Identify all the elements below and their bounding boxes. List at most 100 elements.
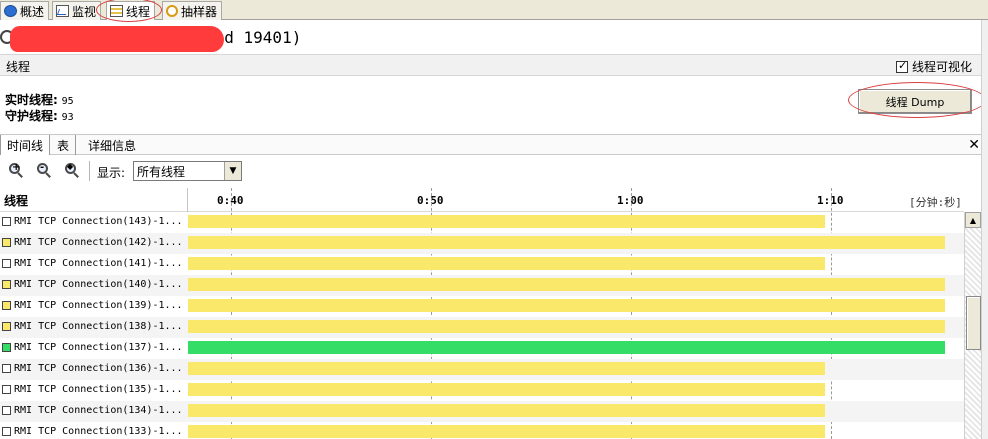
sampler-icon xyxy=(166,5,178,17)
toolbar-separator xyxy=(89,161,90,181)
tab-monitor-label: 监视 xyxy=(72,4,97,19)
thread-name-text: RMI TCP Connection(142)-1... xyxy=(14,237,183,248)
thread-name: RMI TCP Connection(142)-1... xyxy=(2,237,183,248)
thread-state-bar xyxy=(188,215,825,228)
close-icon[interactable]: ✕ xyxy=(968,137,980,153)
thread-row[interactable]: RMI TCP Connection(134)-1... xyxy=(0,401,964,422)
vertical-scrollbar[interactable]: ▲ xyxy=(964,212,981,439)
thread-row[interactable]: RMI TCP Connection(138)-1... xyxy=(0,317,964,338)
thread-state-swatch xyxy=(2,427,11,436)
thread-state-bar xyxy=(188,236,945,249)
thread-name: RMI TCP Connection(133)-1... xyxy=(2,426,183,437)
thread-state-bar xyxy=(188,320,945,333)
thread-row[interactable]: RMI TCP Connection(135)-1... xyxy=(0,380,964,401)
thread-name: RMI TCP Connection(143)-1... xyxy=(2,216,183,227)
tab-threads[interactable]: 线程 xyxy=(106,1,156,20)
scroll-thumb[interactable] xyxy=(966,296,981,350)
tab-details-label: 详细信息 xyxy=(88,139,137,153)
thread-rows: RMI TCP Connection(143)-1... RMI TCP Conn… xyxy=(0,212,964,439)
right-edge xyxy=(981,20,988,439)
threads-icon xyxy=(110,5,123,17)
thread-dump-button[interactable]: 线程 Dump xyxy=(858,89,972,114)
thread-state-bar xyxy=(188,383,825,396)
thread-state-bar xyxy=(188,341,945,354)
scroll-up-icon[interactable]: ▲ xyxy=(965,212,981,228)
thread-stats: 实时线程: 95 守护线程: 93 xyxy=(5,93,74,125)
thread-dump-label: 线程 Dump xyxy=(885,95,945,109)
thread-name-text: RMI TCP Connection(136)-1... xyxy=(14,363,183,374)
thread-name: RMI TCP Connection(137)-1... xyxy=(2,342,183,353)
thread-name: RMI TCP Connection(140)-1... xyxy=(2,279,183,290)
tab-monitor[interactable]: 监视 xyxy=(52,1,102,20)
thread-state-swatch xyxy=(2,301,11,310)
tab-overview-label: 概述 xyxy=(20,4,45,19)
thread-column-header: 线程 xyxy=(4,194,29,208)
threads-panel-header: 线程 线程可视化 xyxy=(0,54,988,76)
thread-name-text: RMI TCP Connection(139)-1... xyxy=(14,300,183,311)
visualization-checkbox[interactable] xyxy=(895,59,908,73)
daemon-threads-label: 守护线程: xyxy=(5,109,58,123)
tab-table[interactable]: 表 xyxy=(51,135,77,155)
thread-state-bar xyxy=(188,278,945,291)
thread-state-swatch xyxy=(2,238,11,247)
panel-title: 线程 xyxy=(6,60,31,74)
thread-filter-select[interactable]: 所有线程 ▼ xyxy=(133,161,242,181)
tab-overview[interactable]: 概述 xyxy=(0,1,50,20)
live-threads-label: 实时线程: xyxy=(5,93,58,107)
redaction-mark xyxy=(10,26,224,52)
thread-name: RMI TCP Connection(135)-1... xyxy=(2,384,183,395)
thread-name-text: RMI TCP Connection(137)-1... xyxy=(14,342,183,353)
chevron-down-icon[interactable]: ▼ xyxy=(224,162,241,180)
tab-details[interactable]: 详细信息 xyxy=(82,135,142,155)
tab-threads-label: 线程 xyxy=(126,4,151,19)
daemon-threads-value: 93 xyxy=(61,112,74,123)
tab-timeline-label: 时间线 xyxy=(7,139,44,153)
thread-state-swatch xyxy=(2,322,11,331)
thread-state-swatch xyxy=(2,343,11,352)
thread-name: RMI TCP Connection(138)-1... xyxy=(2,321,183,332)
zoom-fit-icon[interactable]: ◆ xyxy=(64,162,80,178)
thread-row[interactable]: RMI TCP Connection(137)-1... xyxy=(0,338,964,359)
thread-name-text: RMI TCP Connection(138)-1... xyxy=(14,321,183,332)
thread-name-text: RMI TCP Connection(133)-1... xyxy=(14,426,183,437)
thread-name: RMI TCP Connection(134)-1... xyxy=(2,405,183,416)
thread-row[interactable]: RMI TCP Connection(139)-1... xyxy=(0,296,964,317)
thread-row[interactable]: RMI TCP Connection(143)-1... xyxy=(0,212,964,233)
zoom-out-icon[interactable]: - xyxy=(36,162,52,178)
thread-name-text: RMI TCP Connection(140)-1... xyxy=(14,279,183,290)
thread-filter-value: 所有线程 xyxy=(137,164,186,179)
monitor-icon xyxy=(56,5,69,17)
tab-timeline[interactable]: 时间线 xyxy=(0,135,51,155)
zoom-in-icon[interactable]: + xyxy=(8,162,24,178)
thread-name: RMI TCP Connection(139)-1... xyxy=(2,300,183,311)
thread-name-text: RMI TCP Connection(135)-1... xyxy=(14,384,183,395)
view-subtabs: 时间线 表 详细信息 ✕ xyxy=(0,134,988,155)
thread-row[interactable]: RMI TCP Connection(140)-1... xyxy=(0,275,964,296)
thread-row[interactable]: RMI TCP Connection(142)-1... xyxy=(0,233,964,254)
column-divider[interactable] xyxy=(187,188,188,212)
visualization-label: 线程可视化 xyxy=(911,60,972,74)
thread-state-swatch xyxy=(2,280,11,289)
thread-name: RMI TCP Connection(141)-1... xyxy=(2,258,183,269)
thread-state-swatch xyxy=(2,259,11,268)
thread-row[interactable]: RMI TCP Connection(136)-1... xyxy=(0,359,964,380)
tab-table-label: 表 xyxy=(57,139,70,153)
main-tab-strip: 概述 监视 线程 抽样器 xyxy=(0,0,988,20)
thread-name-text: RMI TCP Connection(134)-1... xyxy=(14,405,183,416)
thread-state-swatch xyxy=(2,364,11,373)
thread-state-bar xyxy=(188,362,825,375)
live-threads-value: 95 xyxy=(61,96,74,107)
tab-sampler[interactable]: 抽样器 xyxy=(162,1,223,20)
thread-name-text: RMI TCP Connection(143)-1... xyxy=(14,216,183,227)
thread-state-bar xyxy=(188,404,825,417)
visualization-toggle[interactable]: 线程可视化 xyxy=(895,58,972,75)
thread-name: RMI TCP Connection(136)-1... xyxy=(2,363,183,374)
thread-row[interactable]: RMI TCP Connection(141)-1... xyxy=(0,254,964,275)
show-label: 显示: xyxy=(97,166,126,180)
tab-sampler-label: 抽样器 xyxy=(181,4,218,19)
info-icon xyxy=(4,5,17,17)
thread-row[interactable]: RMI TCP Connection(133)-1... xyxy=(0,422,964,439)
thread-state-bar xyxy=(188,425,825,438)
thread-state-swatch xyxy=(2,406,11,415)
thread-state-bar xyxy=(188,299,945,312)
